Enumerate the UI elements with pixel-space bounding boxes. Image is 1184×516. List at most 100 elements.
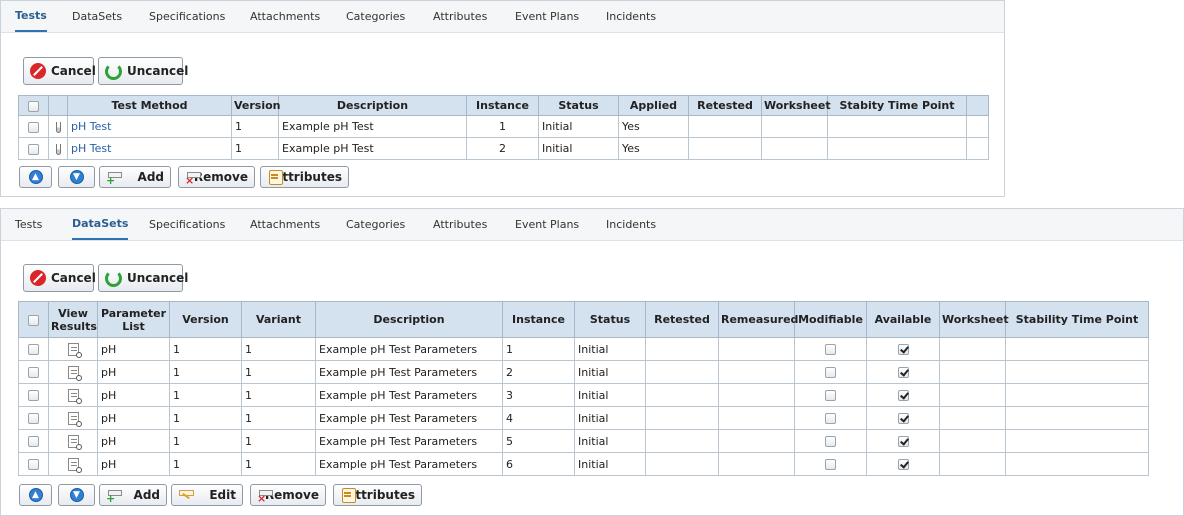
col-stability-time-point[interactable]: Stability Time Point — [1005, 301, 1149, 338]
test-method-cell[interactable]: pH Test — [67, 115, 232, 138]
view-results-cell[interactable] — [48, 406, 98, 430]
col-remeasured[interactable]: Remeasured — [718, 301, 798, 338]
view-results-cell[interactable] — [48, 383, 98, 407]
view-results-icon[interactable] — [67, 434, 82, 450]
uncancel-button[interactable]: Uncancel — [98, 264, 188, 292]
modifiable-checkbox[interactable] — [825, 367, 836, 378]
view-results-icon[interactable] — [67, 365, 82, 381]
modifiable-checkbox[interactable] — [825, 413, 836, 424]
col-status[interactable]: Status — [574, 301, 646, 338]
tab-datasets[interactable]: DataSets — [72, 209, 129, 240]
modifiable-checkbox[interactable] — [825, 436, 836, 447]
view-results-cell[interactable] — [48, 452, 98, 476]
view-results-icon[interactable] — [67, 388, 82, 404]
remove-button[interactable]: Remove — [250, 484, 326, 506]
col-view-results[interactable]: View Results — [48, 301, 98, 338]
tab-attributes[interactable]: Attributes — [433, 209, 487, 240]
available-checkbox[interactable] — [897, 436, 909, 447]
row-checkbox[interactable] — [28, 413, 39, 424]
select-all-header[interactable] — [18, 95, 49, 116]
cancel-button[interactable]: Cancel — [23, 264, 96, 292]
attributes-button[interactable]: Attributes — [333, 484, 422, 506]
row-checkbox[interactable] — [28, 459, 39, 470]
tab-attachments[interactable]: Attachments — [250, 209, 320, 240]
view-results-cell[interactable] — [48, 337, 98, 361]
col-stability-time-point[interactable]: Stabity Time Point — [827, 95, 967, 116]
row-select[interactable] — [18, 406, 49, 430]
row-select[interactable] — [18, 137, 49, 160]
add-button[interactable]: Add — [99, 484, 167, 506]
col-instance[interactable]: Instance — [466, 95, 539, 116]
table-row[interactable]: pH 1 1 Example pH Test Parameters 2 Initial — [18, 360, 1149, 384]
tab-attributes[interactable]: Attributes — [433, 1, 487, 32]
edit-button[interactable]: Edit — [171, 484, 243, 506]
row-select[interactable] — [18, 452, 49, 476]
col-description[interactable]: Description — [278, 95, 467, 116]
tab-attachments[interactable]: Attachments — [250, 1, 320, 32]
row-select[interactable] — [18, 337, 49, 361]
row-select[interactable] — [18, 360, 49, 384]
tab-specifications[interactable]: Specifications — [149, 1, 225, 32]
attributes-button[interactable]: Attributes — [260, 166, 349, 188]
table-row[interactable]: pH 1 1 Example pH Test Parameters 1 Initial — [18, 337, 1149, 361]
select-all-checkbox[interactable] — [28, 314, 39, 326]
row-select[interactable] — [18, 429, 49, 453]
row-select[interactable] — [18, 115, 49, 138]
col-modifiable[interactable]: Modifiable — [794, 301, 867, 338]
view-results-cell[interactable] — [48, 360, 98, 384]
table-row[interactable]: pH 1 1 Example pH Test Parameters 5 Initial — [18, 429, 1149, 453]
cancel-button[interactable]: Cancel — [23, 57, 96, 85]
available-checkbox[interactable] — [897, 459, 909, 470]
view-results-icon[interactable] — [67, 342, 82, 358]
tab-incidents[interactable]: Incidents — [606, 1, 656, 32]
test-method-link[interactable]: pH Test — [71, 142, 111, 155]
add-button[interactable]: Add — [99, 166, 171, 188]
tab-datasets[interactable]: DataSets — [72, 1, 122, 32]
col-retested[interactable]: Retested — [688, 95, 762, 116]
row-checkbox[interactable] — [28, 143, 39, 155]
row-checkbox[interactable] — [28, 367, 39, 378]
row-checkbox[interactable] — [28, 344, 39, 355]
select-all-checkbox[interactable] — [28, 100, 39, 112]
col-version[interactable]: Version — [169, 301, 242, 338]
tab-tests[interactable]: Tests — [15, 1, 47, 32]
available-checkbox[interactable] — [897, 390, 909, 401]
table-row[interactable]: pH Test 1 Example pH Test 2 Initial Yes — [18, 137, 989, 160]
col-applied[interactable]: Applied — [618, 95, 689, 116]
table-row[interactable]: pH 1 1 Example pH Test Parameters 3 Initial — [18, 383, 1149, 407]
table-row[interactable]: pH 1 1 Example pH Test Parameters 4 Initial — [18, 406, 1149, 430]
col-worksheet[interactable]: Worksheet — [761, 95, 831, 116]
available-checkbox[interactable] — [897, 367, 909, 378]
tab-specifications[interactable]: Specifications — [149, 209, 225, 240]
tab-categories[interactable]: Categories — [346, 209, 405, 240]
table-row[interactable]: pH Test 1 Example pH Test 1 Initial Yes — [18, 115, 989, 138]
remove-button[interactable]: Remove — [178, 166, 255, 188]
modifiable-checkbox[interactable] — [825, 390, 836, 401]
col-status[interactable]: Status — [538, 95, 619, 116]
col-worksheet[interactable]: Worksheet — [939, 301, 1009, 338]
move-down-button[interactable]: ▼ — [58, 166, 95, 188]
row-select[interactable] — [18, 383, 49, 407]
move-up-button[interactable]: ▲ — [19, 166, 52, 188]
tab-event-plans[interactable]: Event Plans — [515, 1, 579, 32]
select-all-header[interactable] — [18, 301, 49, 338]
test-method-cell[interactable]: pH Test — [67, 137, 232, 160]
tab-categories[interactable]: Categories — [346, 1, 405, 32]
test-method-link[interactable]: pH Test — [71, 120, 111, 133]
col-description[interactable]: Description — [315, 301, 503, 338]
tab-tests[interactable]: Tests — [15, 209, 42, 240]
col-available[interactable]: Available — [866, 301, 940, 338]
col-variant[interactable]: Variant — [241, 301, 316, 338]
col-version[interactable]: Version — [231, 95, 281, 116]
modifiable-checkbox[interactable] — [825, 459, 836, 470]
view-results-cell[interactable] — [48, 429, 98, 453]
available-checkbox[interactable] — [897, 413, 909, 424]
tab-event-plans[interactable]: Event Plans — [515, 209, 579, 240]
move-up-button[interactable]: ▲ — [19, 484, 52, 506]
view-results-icon[interactable] — [67, 411, 82, 427]
view-results-icon[interactable] — [67, 457, 82, 473]
row-checkbox[interactable] — [28, 436, 39, 447]
uncancel-button[interactable]: Uncancel — [98, 57, 188, 85]
table-row[interactable]: pH 1 1 Example pH Test Parameters 6 Initial — [18, 452, 1149, 476]
available-checkbox[interactable] — [897, 344, 909, 355]
